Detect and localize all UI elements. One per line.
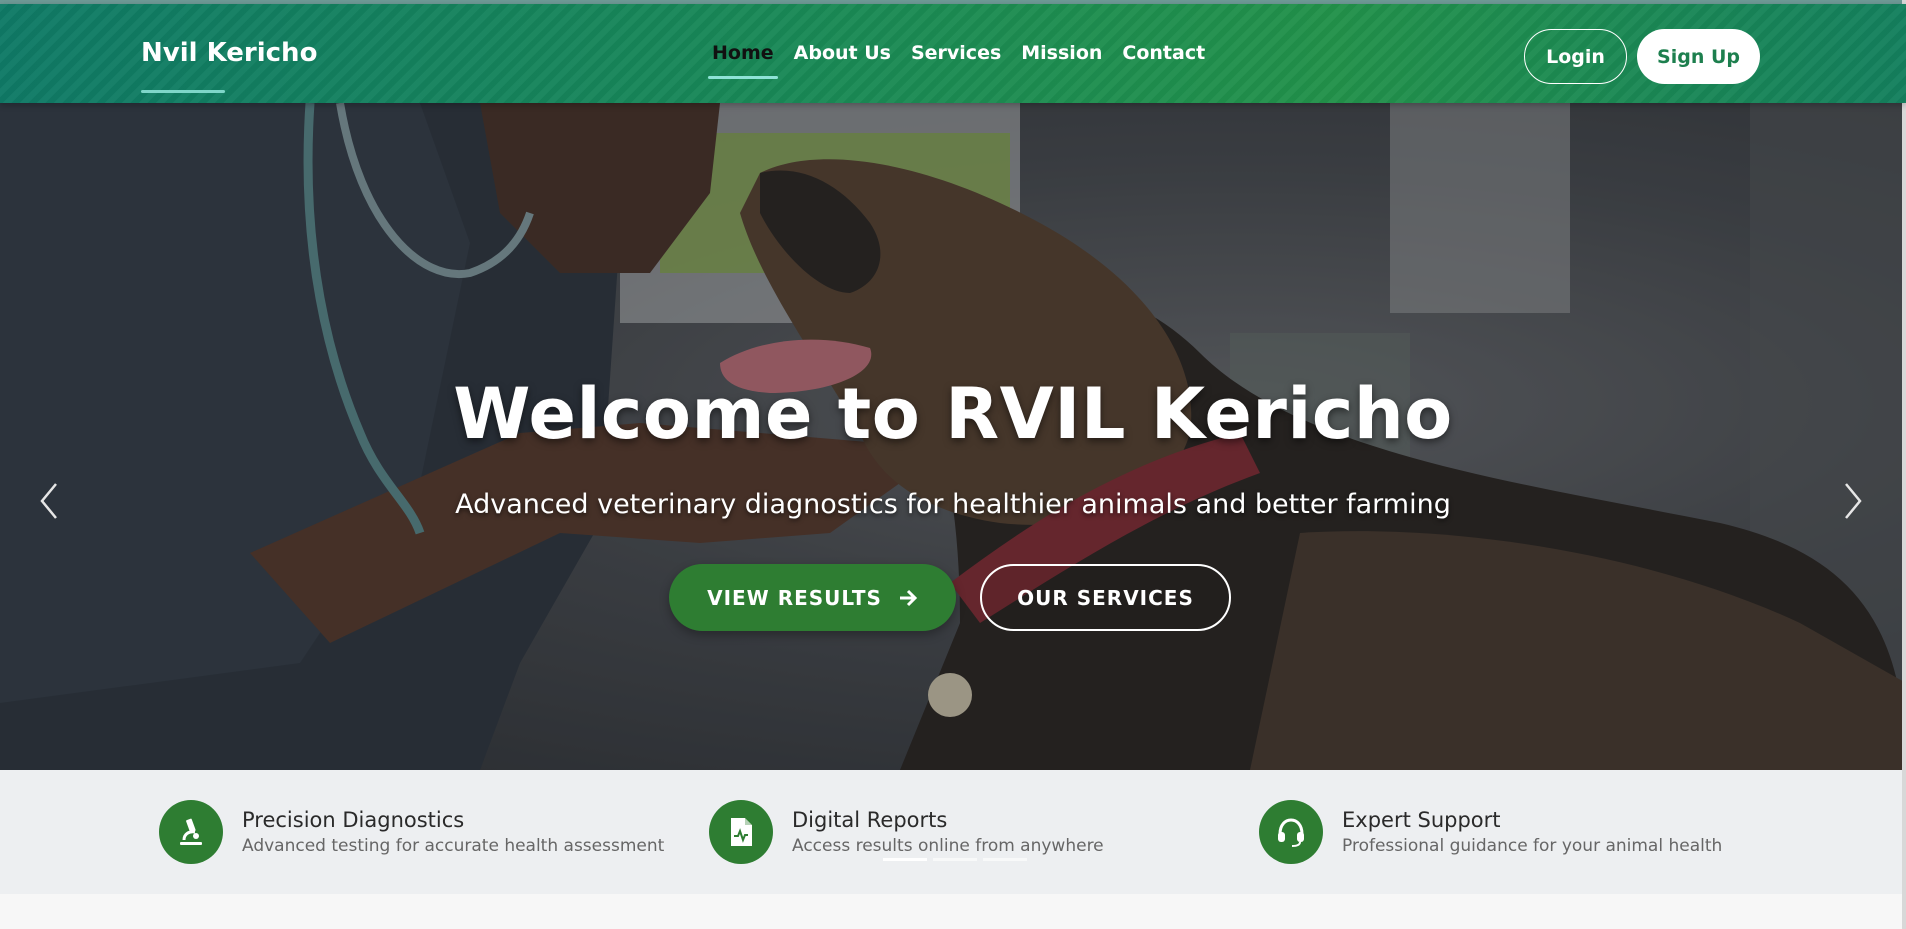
features-band: Precision Diagnostics Advanced testing f… <box>0 770 1906 894</box>
hero-carousel: Welcome to RVIL Kericho Advanced veterin… <box>0 103 1906 770</box>
carousel-indicator-1[interactable] <box>883 858 927 861</box>
hero-title: Welcome to RVIL Kericho <box>453 373 1453 455</box>
carousel-indicator-2[interactable] <box>933 858 977 861</box>
view-results-button[interactable]: VIEW RESULTS <box>669 564 956 631</box>
feature-description: Advanced testing for accurate health ass… <box>242 836 665 856</box>
site-header: Nvil Kericho Home About Us Services Miss… <box>0 4 1906 103</box>
headset-icon <box>1278 818 1304 847</box>
feature-icon-wrapper <box>709 800 773 864</box>
carousel-indicators <box>883 858 1027 861</box>
feature-description: Access results online from anywhere <box>792 836 1104 856</box>
feature-title: Expert Support <box>1342 808 1501 832</box>
nav-home[interactable]: Home <box>702 42 784 79</box>
page-content-start <box>0 894 1906 929</box>
arrow-right-icon <box>899 589 918 606</box>
signup-button[interactable]: Sign Up <box>1637 29 1760 84</box>
carousel-indicator-3[interactable] <box>983 858 1027 861</box>
brand-logo[interactable]: Nvil Kericho <box>141 38 317 68</box>
file-medical-icon <box>731 818 752 846</box>
page: Nvil Kericho Home About Us Services Miss… <box>0 0 1906 929</box>
login-button[interactable]: Login <box>1524 29 1627 84</box>
microscope-icon <box>180 818 202 845</box>
nav-about-us[interactable]: About Us <box>784 42 901 64</box>
nav-contact[interactable]: Contact <box>1112 42 1215 64</box>
feature-icon-wrapper <box>1259 800 1323 864</box>
our-services-button[interactable]: OUR SERVICES <box>980 564 1231 631</box>
main-nav: Home About Us Services Mission Contact <box>702 42 1215 79</box>
nav-mission[interactable]: Mission <box>1011 42 1112 64</box>
hero-subtitle: Advanced veterinary diagnostics for heal… <box>455 489 1451 520</box>
feature-title: Precision Diagnostics <box>242 808 465 832</box>
feature-description: Professional guidance for your animal he… <box>1342 836 1723 856</box>
feature-icon-wrapper <box>159 800 223 864</box>
feature-title: Digital Reports <box>792 808 948 832</box>
feature-digital-reports: Digital Reports Access results online fr… <box>709 800 1104 864</box>
feature-precision-diagnostics: Precision Diagnostics Advanced testing f… <box>159 800 664 864</box>
view-results-label: VIEW RESULTS <box>707 585 882 610</box>
page-scrollbar[interactable] <box>1902 0 1906 929</box>
feature-expert-support: Expert Support Professional guidance for… <box>1259 800 1722 864</box>
nav-services[interactable]: Services <box>901 42 1011 64</box>
brand-underline <box>141 90 225 93</box>
